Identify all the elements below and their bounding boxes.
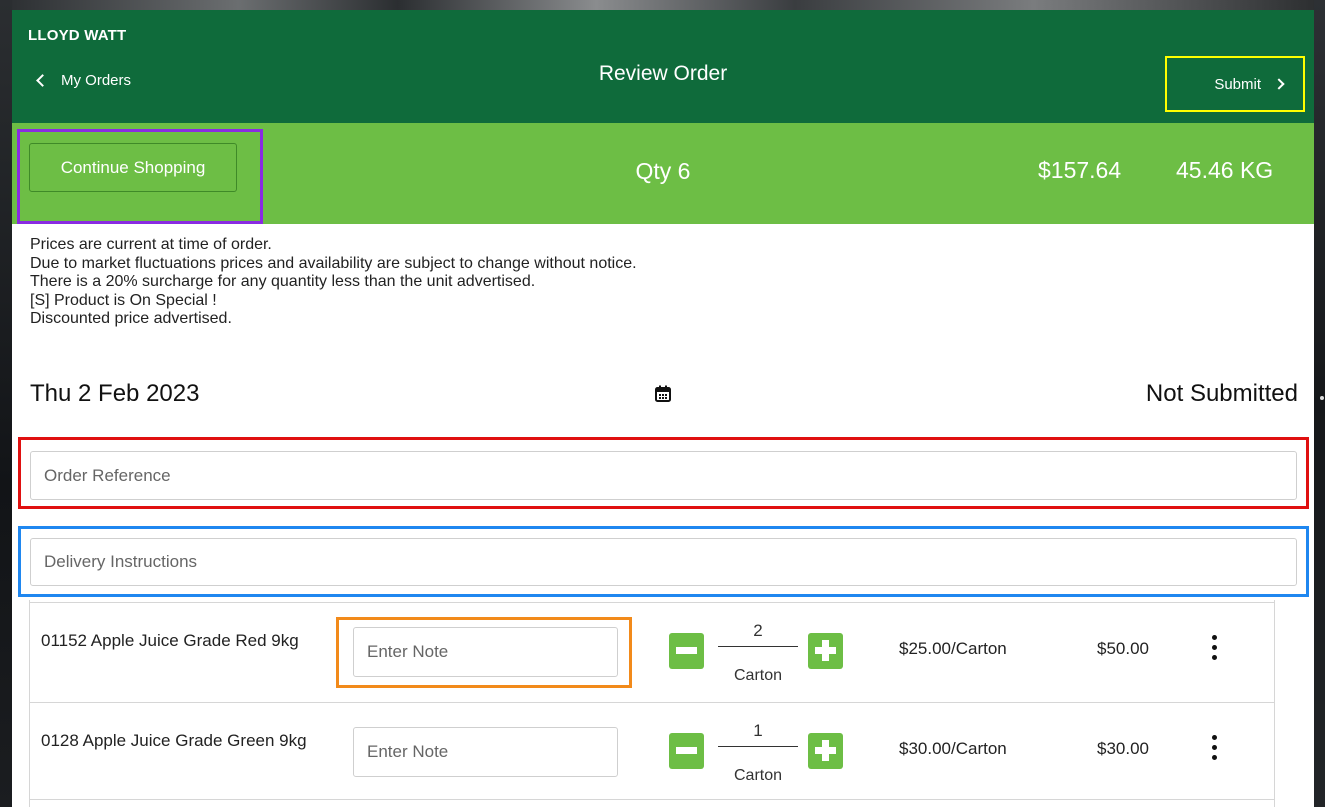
notice-line: Due to market fluctuations prices and av… — [30, 254, 637, 272]
more-vertical-icon[interactable] — [1208, 635, 1220, 665]
decrease-quantity-button[interactable] — [669, 633, 704, 669]
quantity-unit: Carton — [733, 667, 783, 684]
quantity-value[interactable]: 2 — [718, 621, 798, 647]
order-line-list: 01152 Apple Juice Grade Red 9kg 2 Carton… — [29, 600, 1275, 807]
delivery-instructions-input[interactable] — [30, 538, 1297, 586]
submit-button[interactable]: Submit — [1165, 56, 1305, 112]
order-date: Thu 2 Feb 2023 — [30, 380, 200, 407]
total-weight: 45.46 KG — [1176, 157, 1274, 183]
order-reference-input[interactable] — [30, 451, 1297, 500]
user-name: LLOYD WATT — [28, 27, 127, 44]
submit-label: Submit — [1214, 75, 1261, 93]
chevron-right-icon — [1273, 78, 1285, 90]
calendar-icon[interactable] — [655, 385, 671, 402]
increase-quantity-button[interactable] — [808, 733, 843, 769]
order-line-row: 0128 Apple Juice Grade Green 9kg 1 Carto… — [30, 702, 1274, 800]
increase-quantity-button[interactable] — [808, 633, 843, 669]
page-title: Review Order — [598, 62, 728, 85]
window-backdrop-right — [1314, 0, 1325, 807]
note-input[interactable] — [353, 727, 618, 777]
review-order-app: LLOYD WATT My Orders Review Order Submit… — [12, 10, 1314, 807]
app-header: LLOYD WATT My Orders Review Order Submit — [12, 10, 1314, 123]
notice-line: [S] Product is On Special ! — [30, 291, 217, 309]
price-notices: Prices are current at time of order. Due… — [30, 236, 637, 329]
order-summary-bar: Continue Shopping Qty 6 $157.64 45.46 KG — [12, 123, 1314, 224]
backdrop-dot — [1320, 396, 1324, 400]
product-name: 0128 Apple Juice Grade Green 9kg — [41, 731, 307, 750]
total-price: $157.64 — [1038, 157, 1122, 183]
quantity-value[interactable]: 1 — [718, 721, 798, 747]
more-vertical-icon[interactable] — [1208, 735, 1220, 765]
unit-price: $25.00/Carton — [899, 639, 1007, 658]
line-total: $30.00 — [1097, 739, 1149, 758]
quantity-unit: Carton — [733, 767, 783, 784]
note-input[interactable] — [353, 627, 618, 677]
notice-line: There is a 20% surcharge for any quantit… — [30, 273, 536, 290]
order-line-row: 01152 Apple Juice Grade Red 9kg 2 Carton… — [30, 602, 1274, 700]
notice-line: Prices are current at time of order. — [30, 236, 272, 253]
order-status: Not Submitted — [1145, 380, 1298, 407]
line-total: $50.00 — [1097, 639, 1149, 658]
window-backdrop-left — [0, 0, 12, 807]
unit-price: $30.00/Carton — [899, 739, 1007, 758]
decrease-quantity-button[interactable] — [669, 733, 704, 769]
notice-line: Discounted price advertised. — [30, 310, 232, 327]
product-name: 01152 Apple Juice Grade Red 9kg — [41, 631, 299, 650]
window-backdrop-top — [0, 0, 1325, 10]
